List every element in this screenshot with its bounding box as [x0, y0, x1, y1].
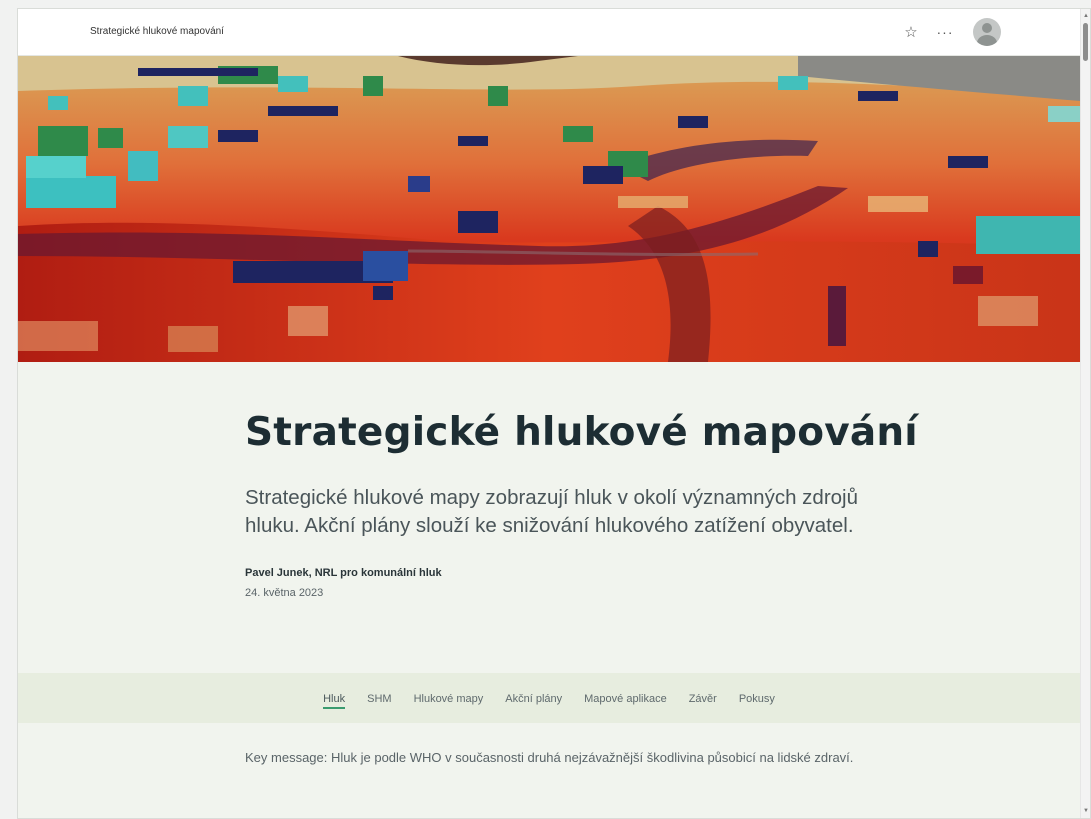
vertical-scrollbar[interactable]: ▲ ▼: [1080, 9, 1090, 818]
nav-item-zaver[interactable]: Závěr: [689, 687, 717, 709]
page-title: Strategické hlukové mapování: [245, 410, 918, 455]
publish-date: 24. května 2023: [245, 587, 324, 599]
avatar-head: [982, 23, 992, 33]
star-icon[interactable]: ☆: [898, 19, 924, 45]
nav-item-pokusy[interactable]: Pokusy: [739, 687, 775, 709]
section-nav-items: Hluk SHM Hlukové mapy Akční plány Mapové…: [18, 673, 1080, 723]
nav-item-mapove-aplikace[interactable]: Mapové aplikace: [584, 687, 667, 709]
key-message: Key message: Hluk je podle WHO v současn…: [245, 750, 854, 765]
article-content: Strategické hlukové mapování Strategické…: [18, 362, 1080, 818]
app-window: Strategické hlukové mapování ☆ ··· Strat…: [17, 8, 1091, 819]
noise-map-illustration: [18, 56, 1080, 362]
app-title[interactable]: Strategické hlukové mapování: [90, 26, 224, 37]
author-name: Pavel Junek, NRL pro komunální hluk: [245, 567, 442, 579]
section-nav: Hluk SHM Hlukové mapy Akční plány Mapové…: [18, 673, 1080, 723]
nav-item-hlukove-mapy[interactable]: Hlukové mapy: [414, 687, 484, 709]
nav-item-hluk[interactable]: Hluk: [323, 687, 346, 709]
hero-image: [18, 56, 1080, 362]
avatar-body: [977, 35, 997, 46]
more-options-icon[interactable]: ···: [932, 19, 958, 45]
scroll-down-icon[interactable]: ▼: [1082, 807, 1090, 815]
scroll-thumb[interactable]: [1083, 23, 1088, 61]
nav-item-akcni-plany[interactable]: Akční plány: [505, 687, 562, 709]
user-avatar-icon[interactable]: [973, 18, 1001, 46]
lead-paragraph: Strategické hlukové mapy zobrazují hluk …: [245, 486, 859, 537]
scroll-up-icon[interactable]: ▲: [1082, 12, 1090, 20]
nav-item-shm[interactable]: SHM: [367, 687, 391, 709]
top-bar: Strategické hlukové mapování ☆ ···: [18, 9, 1080, 56]
